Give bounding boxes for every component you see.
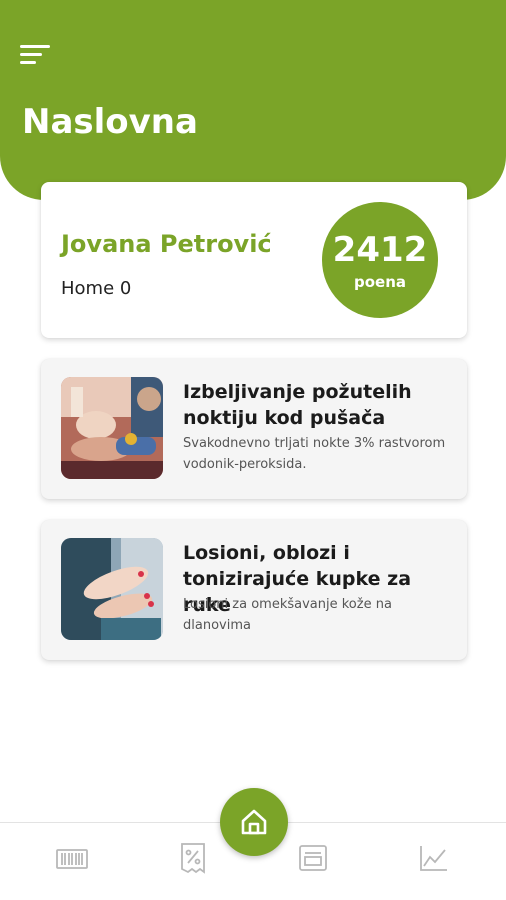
article-title: Izbeljivanje požutelih noktiju kod pušač… — [183, 381, 412, 429]
user-name: Jovana Petrović — [61, 230, 272, 258]
user-subtitle: Home 0 — [61, 278, 132, 299]
chart-icon[interactable] — [413, 838, 453, 878]
barcode-icon[interactable] — [52, 838, 92, 878]
profile-card: Jovana Petrović Home 0 2412 poena — [41, 182, 467, 338]
points-badge: 2412 poena — [322, 202, 438, 318]
hand-lotion-photo — [61, 538, 163, 640]
header-bar: Naslovna — [0, 0, 506, 200]
points-label: poena — [353, 273, 407, 291]
article-description: Losioni za omekšavanje kože na dlanovima — [183, 597, 392, 633]
points-value: 2412 — [332, 230, 428, 270]
manicure-photo — [61, 377, 163, 479]
receipt-icon[interactable] — [293, 838, 333, 878]
article-card[interactable]: Losioni, oblozi i tonizirajuće kupke za … — [41, 520, 467, 660]
menu-icon[interactable] — [20, 42, 50, 68]
article-description: Svakodnevno trljati nokte 3% rastvorom v… — [183, 436, 446, 472]
home-icon — [241, 809, 267, 835]
discount-icon[interactable] — [173, 838, 213, 878]
home-button[interactable] — [220, 788, 288, 856]
page-title: Naslovna — [22, 102, 198, 142]
article-card[interactable]: Izbeljivanje požutelih noktiju kod pušač… — [41, 359, 467, 499]
